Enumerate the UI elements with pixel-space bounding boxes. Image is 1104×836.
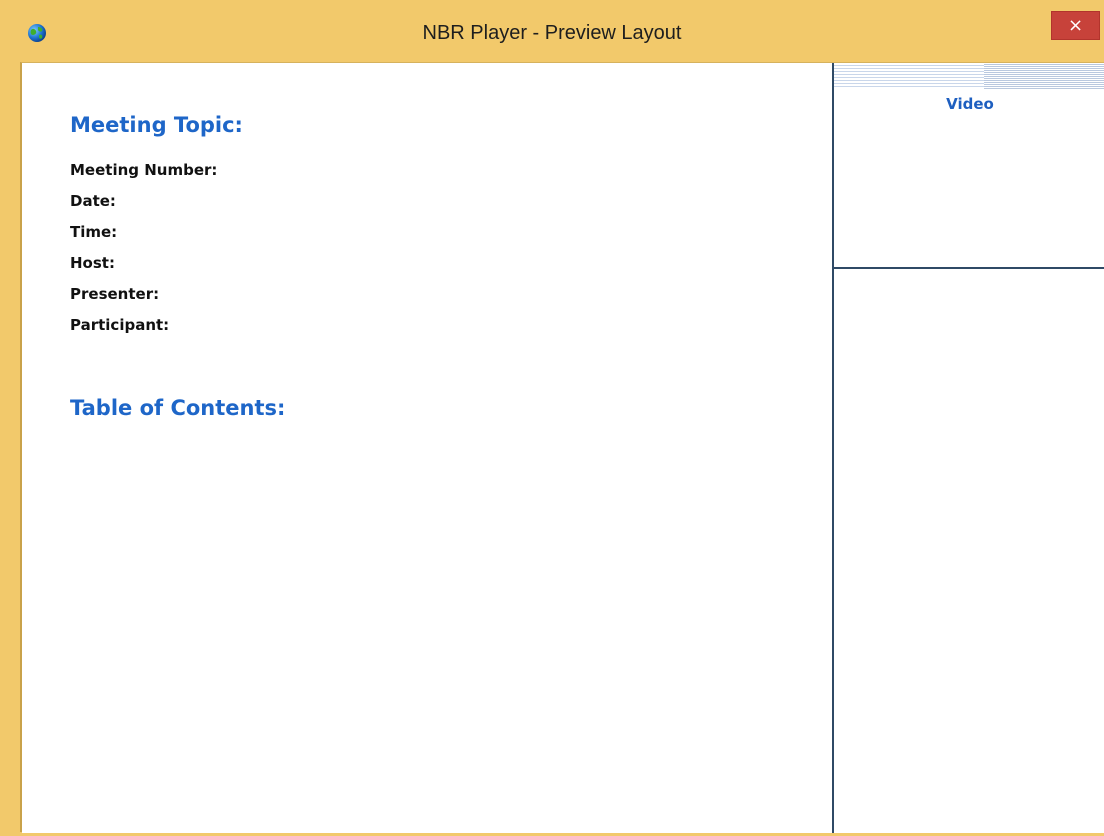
meeting-number-label: Meeting Number: <box>70 161 218 179</box>
video-panel-label: Video <box>946 95 994 113</box>
preview-area: Meeting Topic: Meeting Number: Date: Tim… <box>20 62 1104 833</box>
video-panel-divider <box>834 267 1104 269</box>
video-panel-header-stripes <box>984 63 1104 89</box>
presenter-label: Presenter: <box>70 285 160 303</box>
participant-label: Participant: <box>70 316 170 334</box>
nbr-player-window: NBR Player - Preview Layout × Meeting To… <box>0 0 1104 836</box>
side-pane: Video <box>834 63 1104 833</box>
meeting-topic-heading: Meeting Topic: <box>70 113 243 137</box>
host-label: Host: <box>70 254 115 272</box>
window-title: NBR Player - Preview Layout <box>422 22 682 44</box>
meeting-info-pane: Meeting Topic: Meeting Number: Date: Tim… <box>22 63 832 833</box>
title-bar[interactable]: NBR Player - Preview Layout × <box>0 0 1104 62</box>
time-label: Time: <box>70 223 118 241</box>
close-button[interactable]: × <box>1051 11 1100 40</box>
close-icon: × <box>1067 14 1084 36</box>
table-of-contents-heading: Table of Contents: <box>70 396 286 420</box>
video-panel-header <box>834 63 1104 89</box>
date-label: Date: <box>70 192 116 210</box>
